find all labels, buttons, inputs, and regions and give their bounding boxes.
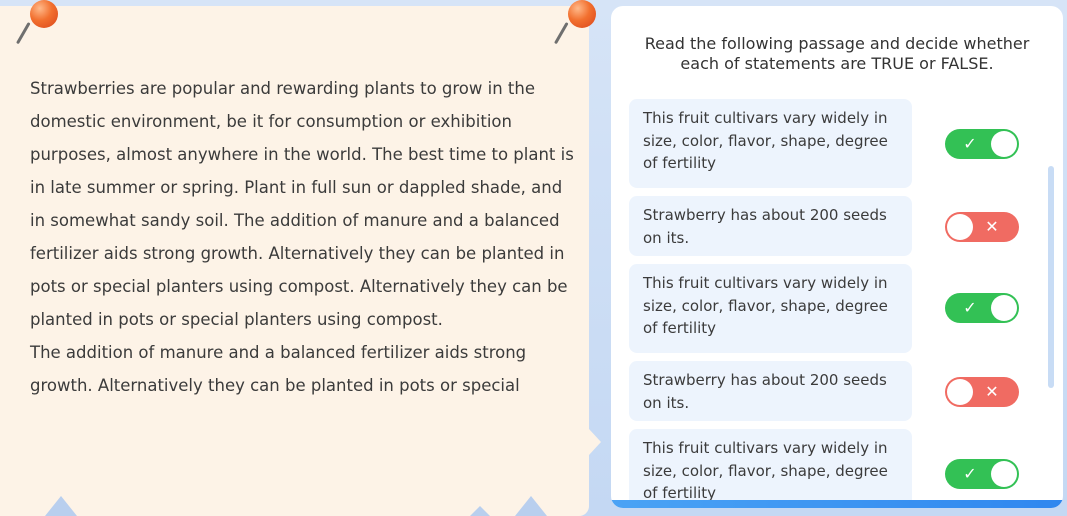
panel-bottom-bar <box>611 500 1063 508</box>
pushpin-icon <box>16 0 58 46</box>
close-icon: ✕ <box>985 382 999 401</box>
check-icon: ✓ <box>963 464 977 483</box>
decorative-triangle <box>470 506 490 516</box>
check-icon: ✓ <box>963 134 977 153</box>
statement-text: Strawberry has about 200 seeds on its. <box>629 361 912 421</box>
passage-text: Strawberries are popular and rewarding p… <box>30 72 575 402</box>
passage-card: Strawberries are popular and rewarding p… <box>0 6 601 516</box>
passage-paragraph-2: The addition of manure and a balanced fe… <box>30 343 527 395</box>
true-false-toggle[interactable]: ✓ <box>945 293 1019 323</box>
statement-text: Strawberry has about 200 seeds on its. <box>629 196 912 256</box>
toggle-knob <box>947 379 973 405</box>
passage-paragraph-1: Strawberries are popular and rewarding p… <box>30 79 574 329</box>
instructions-text: Read the following passage and decide wh… <box>644 34 1030 73</box>
true-false-toggle[interactable]: ✕ <box>945 377 1019 407</box>
true-false-toggle[interactable]: ✓ <box>945 129 1019 159</box>
true-false-toggle[interactable]: ✕ <box>945 212 1019 242</box>
toggle-knob <box>991 295 1017 321</box>
close-icon: ✕ <box>985 217 999 236</box>
toggle-knob <box>991 131 1017 157</box>
toggle-knob <box>991 461 1017 487</box>
true-false-toggle[interactable]: ✓ <box>945 459 1019 489</box>
check-icon: ✓ <box>963 298 977 317</box>
toggle-knob <box>947 214 973 240</box>
statement-text: This fruit cultivars vary widely in size… <box>629 429 912 508</box>
decorative-triangle <box>45 496 77 516</box>
statement-text: This fruit cultivars vary widely in size… <box>629 264 912 353</box>
question-panel: Read the following passage and decide wh… <box>611 6 1063 508</box>
statement-text: This fruit cultivars vary widely in size… <box>629 99 912 188</box>
passage-card-notch <box>589 429 601 455</box>
scrollbar[interactable] <box>1048 166 1054 388</box>
decorative-triangle <box>515 496 547 516</box>
pushpin-icon <box>554 0 596 46</box>
